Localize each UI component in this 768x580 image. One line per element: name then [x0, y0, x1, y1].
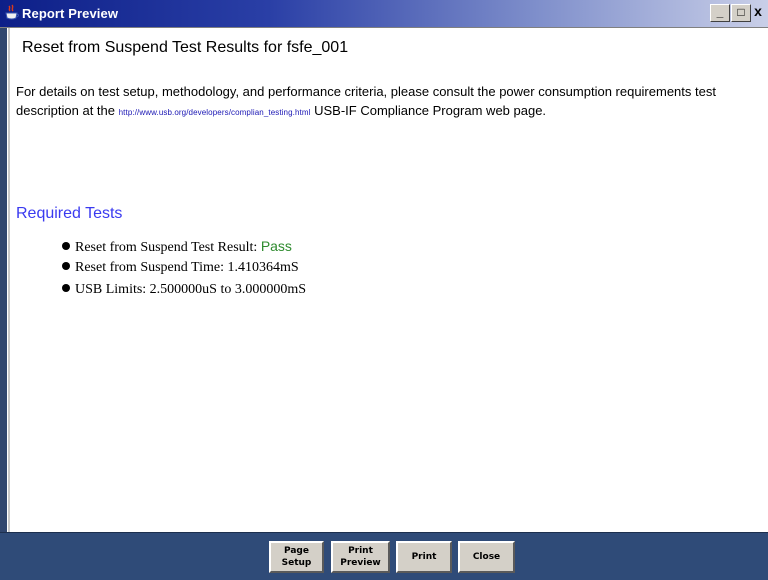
report-content: Reset from Suspend Test Results for fsfe…	[14, 28, 762, 532]
test-result-status: Pass	[260, 238, 292, 254]
java-cup-icon	[5, 4, 19, 20]
test-result-label: Reset from Suspend Test Result:	[75, 240, 261, 255]
left-frame-inner-border	[8, 28, 10, 532]
suspend-time-label: Reset from Suspend Time: 1.410364mS	[75, 260, 299, 275]
page-setup-label-line1: Page	[284, 546, 309, 556]
maximize-button[interactable]: □	[731, 4, 751, 22]
bullet-icon	[62, 242, 70, 250]
bullet-icon	[62, 262, 70, 270]
details-paragraph: For details on test setup, methodology, …	[16, 82, 758, 122]
print-preview-label-line2: Preview	[340, 558, 381, 568]
report-heading: Reset from Suspend Test Results for fsfe…	[22, 39, 349, 56]
close-button[interactable]: Close	[458, 541, 515, 573]
print-preview-button[interactable]: Print Preview	[331, 541, 390, 573]
details-text-after-link: USB-IF Compliance Program web page.	[310, 103, 547, 118]
list-item: Reset from Suspend Time: 1.410364mS	[62, 257, 306, 279]
close-window-button[interactable]: x	[752, 4, 764, 22]
list-item: Reset from Suspend Test Result: Pass	[62, 235, 306, 257]
required-tests-title: Required Tests	[16, 205, 123, 222]
window-controls: _ □ x	[710, 4, 764, 24]
print-button[interactable]: Print	[396, 541, 452, 573]
compliance-testing-link[interactable]: http://www.usb.org/developers/complian_t…	[119, 108, 311, 117]
title-bar[interactable]: Report Preview _ □ x	[0, 0, 768, 28]
page-setup-button[interactable]: Page Setup	[269, 541, 324, 573]
button-panel: Page Setup Print Preview Print Close	[0, 532, 768, 580]
page-setup-label-line2: Setup	[281, 558, 312, 568]
bullet-icon	[62, 284, 70, 292]
print-preview-label-line1: Print	[348, 546, 373, 556]
list-item: USB Limits: 2.500000uS to 3.000000mS	[62, 279, 306, 301]
report-preview-window: Report Preview _ □ x Reset from Suspend …	[0, 0, 768, 580]
window-title: Report Preview	[22, 6, 119, 21]
usb-limits-label: USB Limits: 2.500000uS to 3.000000mS	[75, 282, 307, 297]
required-tests-list: Reset from Suspend Test Result: Pass Res…	[62, 235, 306, 301]
left-frame-border	[0, 28, 7, 532]
minimize-button[interactable]: _	[710, 4, 730, 22]
